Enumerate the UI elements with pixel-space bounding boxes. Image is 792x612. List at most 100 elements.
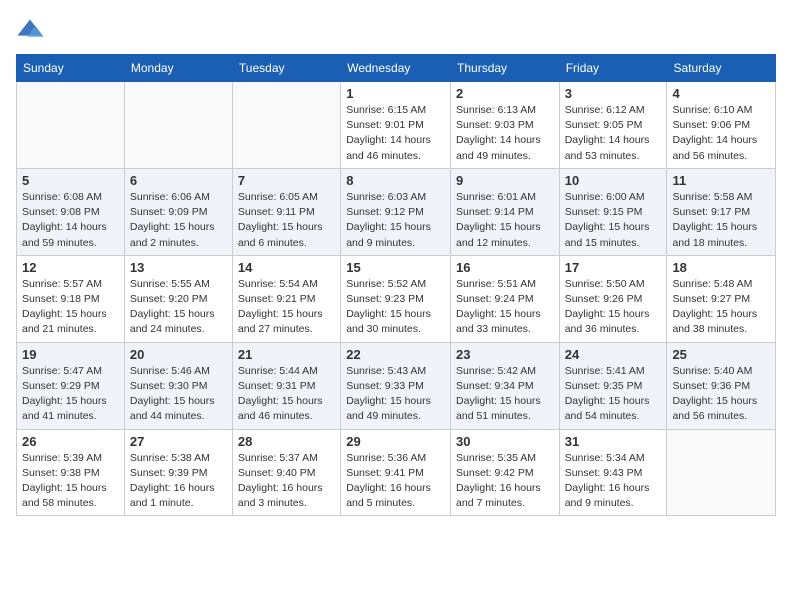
day-info: Sunrise: 5:43 AMSunset: 9:33 PMDaylight:…: [346, 364, 445, 425]
weekday-header-sunday: Sunday: [17, 55, 125, 82]
day-number: 24: [565, 347, 662, 362]
calendar-cell: [667, 429, 776, 516]
day-info: Sunrise: 5:40 AMSunset: 9:36 PMDaylight:…: [672, 364, 770, 425]
day-number: 21: [238, 347, 335, 362]
calendar-cell: 19 Sunrise: 5:47 AMSunset: 9:29 PMDayligh…: [17, 342, 125, 429]
day-number: 17: [565, 260, 662, 275]
calendar-cell: 7 Sunrise: 6:05 AMSunset: 9:11 PMDaylight…: [232, 168, 340, 255]
day-number: 19: [22, 347, 119, 362]
weekday-header-row: SundayMondayTuesdayWednesdayThursdayFrid…: [17, 55, 776, 82]
day-number: 14: [238, 260, 335, 275]
day-info: Sunrise: 6:10 AMSunset: 9:06 PMDaylight:…: [672, 103, 770, 164]
day-info: Sunrise: 5:50 AMSunset: 9:26 PMDaylight:…: [565, 277, 662, 338]
day-number: 20: [130, 347, 227, 362]
calendar-cell: 27 Sunrise: 5:38 AMSunset: 9:39 PMDayligh…: [124, 429, 232, 516]
calendar-cell: [17, 82, 125, 169]
day-number: 28: [238, 434, 335, 449]
day-number: 11: [672, 173, 770, 188]
calendar-cell: 11 Sunrise: 5:58 AMSunset: 9:17 PMDayligh…: [667, 168, 776, 255]
calendar-cell: 30 Sunrise: 5:35 AMSunset: 9:42 PMDayligh…: [451, 429, 560, 516]
logo: [16, 16, 48, 44]
day-info: Sunrise: 5:42 AMSunset: 9:34 PMDaylight:…: [456, 364, 554, 425]
calendar-cell: 4 Sunrise: 6:10 AMSunset: 9:06 PMDaylight…: [667, 82, 776, 169]
calendar: SundayMondayTuesdayWednesdayThursdayFrid…: [16, 54, 776, 516]
calendar-cell: [232, 82, 340, 169]
calendar-week-row: 1 Sunrise: 6:15 AMSunset: 9:01 PMDaylight…: [17, 82, 776, 169]
day-number: 9: [456, 173, 554, 188]
page-header: [16, 16, 776, 44]
day-number: 1: [346, 86, 445, 101]
day-info: Sunrise: 5:58 AMSunset: 9:17 PMDaylight:…: [672, 190, 770, 251]
day-info: Sunrise: 6:08 AMSunset: 9:08 PMDaylight:…: [22, 190, 119, 251]
calendar-week-row: 5 Sunrise: 6:08 AMSunset: 9:08 PMDaylight…: [17, 168, 776, 255]
day-info: Sunrise: 5:35 AMSunset: 9:42 PMDaylight:…: [456, 451, 554, 512]
calendar-week-row: 19 Sunrise: 5:47 AMSunset: 9:29 PMDayligh…: [17, 342, 776, 429]
calendar-cell: 6Sunrise: 6:06 AMSunset: 9:09 PMDaylight…: [124, 168, 232, 255]
weekday-header-friday: Friday: [559, 55, 667, 82]
calendar-cell: 26Sunrise: 5:39 AMSunset: 9:38 PMDayligh…: [17, 429, 125, 516]
calendar-cell: 9 Sunrise: 6:01 AMSunset: 9:14 PMDaylight…: [451, 168, 560, 255]
day-info: Sunrise: 5:38 AMSunset: 9:39 PMDaylight:…: [130, 451, 227, 512]
calendar-cell: 23 Sunrise: 5:42 AMSunset: 9:34 PMDayligh…: [451, 342, 560, 429]
day-number: 30: [456, 434, 554, 449]
day-number: 26: [22, 434, 119, 449]
calendar-cell: 1 Sunrise: 6:15 AMSunset: 9:01 PMDaylight…: [341, 82, 451, 169]
day-info: Sunrise: 6:01 AMSunset: 9:14 PMDaylight:…: [456, 190, 554, 251]
day-info: Sunrise: 5:41 AMSunset: 9:35 PMDaylight:…: [565, 364, 662, 425]
day-info: Sunrise: 5:44 AMSunset: 9:31 PMDaylight:…: [238, 364, 335, 425]
day-info: Sunrise: 5:52 AMSunset: 9:23 PMDaylight:…: [346, 277, 445, 338]
day-info: Sunrise: 6:03 AMSunset: 9:12 PMDaylight:…: [346, 190, 445, 251]
weekday-header-thursday: Thursday: [451, 55, 560, 82]
calendar-cell: 16 Sunrise: 5:51 AMSunset: 9:24 PMDayligh…: [451, 255, 560, 342]
day-info: Sunrise: 6:06 AMSunset: 9:09 PMDaylight:…: [130, 190, 227, 251]
day-number: 8: [346, 173, 445, 188]
day-number: 5: [22, 173, 119, 188]
day-info: Sunrise: 5:48 AMSunset: 9:27 PMDaylight:…: [672, 277, 770, 338]
day-info: Sunrise: 5:47 AMSunset: 9:29 PMDaylight:…: [22, 364, 119, 425]
day-info: Sunrise: 5:37 AMSunset: 9:40 PMDaylight:…: [238, 451, 335, 512]
day-number: 3: [565, 86, 662, 101]
day-number: 15: [346, 260, 445, 275]
day-number: 4: [672, 86, 770, 101]
calendar-cell: 10 Sunrise: 6:00 AMSunset: 9:15 PMDayligh…: [559, 168, 667, 255]
day-info: Sunrise: 5:54 AMSunset: 9:21 PMDaylight:…: [238, 277, 335, 338]
day-info: Sunrise: 6:00 AMSunset: 9:15 PMDaylight:…: [565, 190, 662, 251]
day-number: 16: [456, 260, 554, 275]
calendar-cell: 15 Sunrise: 5:52 AMSunset: 9:23 PMDayligh…: [341, 255, 451, 342]
day-number: 27: [130, 434, 227, 449]
calendar-cell: 14 Sunrise: 5:54 AMSunset: 9:21 PMDayligh…: [232, 255, 340, 342]
day-info: Sunrise: 6:05 AMSunset: 9:11 PMDaylight:…: [238, 190, 335, 251]
weekday-header-tuesday: Tuesday: [232, 55, 340, 82]
day-info: Sunrise: 6:13 AMSunset: 9:03 PMDaylight:…: [456, 103, 554, 164]
calendar-cell: 8 Sunrise: 6:03 AMSunset: 9:12 PMDaylight…: [341, 168, 451, 255]
day-info: Sunrise: 6:15 AMSunset: 9:01 PMDaylight:…: [346, 103, 445, 164]
day-number: 31: [565, 434, 662, 449]
logo-icon: [16, 16, 44, 44]
calendar-week-row: 26Sunrise: 5:39 AMSunset: 9:38 PMDayligh…: [17, 429, 776, 516]
day-number: 22: [346, 347, 445, 362]
calendar-cell: 3 Sunrise: 6:12 AMSunset: 9:05 PMDaylight…: [559, 82, 667, 169]
calendar-cell: 2Sunrise: 6:13 AMSunset: 9:03 PMDaylight…: [451, 82, 560, 169]
weekday-header-saturday: Saturday: [667, 55, 776, 82]
day-info: Sunrise: 5:55 AMSunset: 9:20 PMDaylight:…: [130, 277, 227, 338]
calendar-cell: 18Sunrise: 5:48 AMSunset: 9:27 PMDayligh…: [667, 255, 776, 342]
calendar-cell: [124, 82, 232, 169]
calendar-cell: 24 Sunrise: 5:41 AMSunset: 9:35 PMDayligh…: [559, 342, 667, 429]
day-number: 13: [130, 260, 227, 275]
calendar-cell: 31Sunrise: 5:34 AMSunset: 9:43 PMDayligh…: [559, 429, 667, 516]
calendar-cell: 17 Sunrise: 5:50 AMSunset: 9:26 PMDayligh…: [559, 255, 667, 342]
calendar-cell: 12Sunrise: 5:57 AMSunset: 9:18 PMDayligh…: [17, 255, 125, 342]
day-info: Sunrise: 5:36 AMSunset: 9:41 PMDaylight:…: [346, 451, 445, 512]
calendar-cell: 13 Sunrise: 5:55 AMSunset: 9:20 PMDayligh…: [124, 255, 232, 342]
day-info: Sunrise: 6:12 AMSunset: 9:05 PMDaylight:…: [565, 103, 662, 164]
calendar-cell: 29 Sunrise: 5:36 AMSunset: 9:41 PMDayligh…: [341, 429, 451, 516]
day-number: 23: [456, 347, 554, 362]
weekday-header-monday: Monday: [124, 55, 232, 82]
day-number: 29: [346, 434, 445, 449]
day-number: 7: [238, 173, 335, 188]
calendar-cell: 22 Sunrise: 5:43 AMSunset: 9:33 PMDayligh…: [341, 342, 451, 429]
calendar-cell: 25 Sunrise: 5:40 AMSunset: 9:36 PMDayligh…: [667, 342, 776, 429]
day-info: Sunrise: 5:51 AMSunset: 9:24 PMDaylight:…: [456, 277, 554, 338]
day-number: 25: [672, 347, 770, 362]
day-number: 10: [565, 173, 662, 188]
